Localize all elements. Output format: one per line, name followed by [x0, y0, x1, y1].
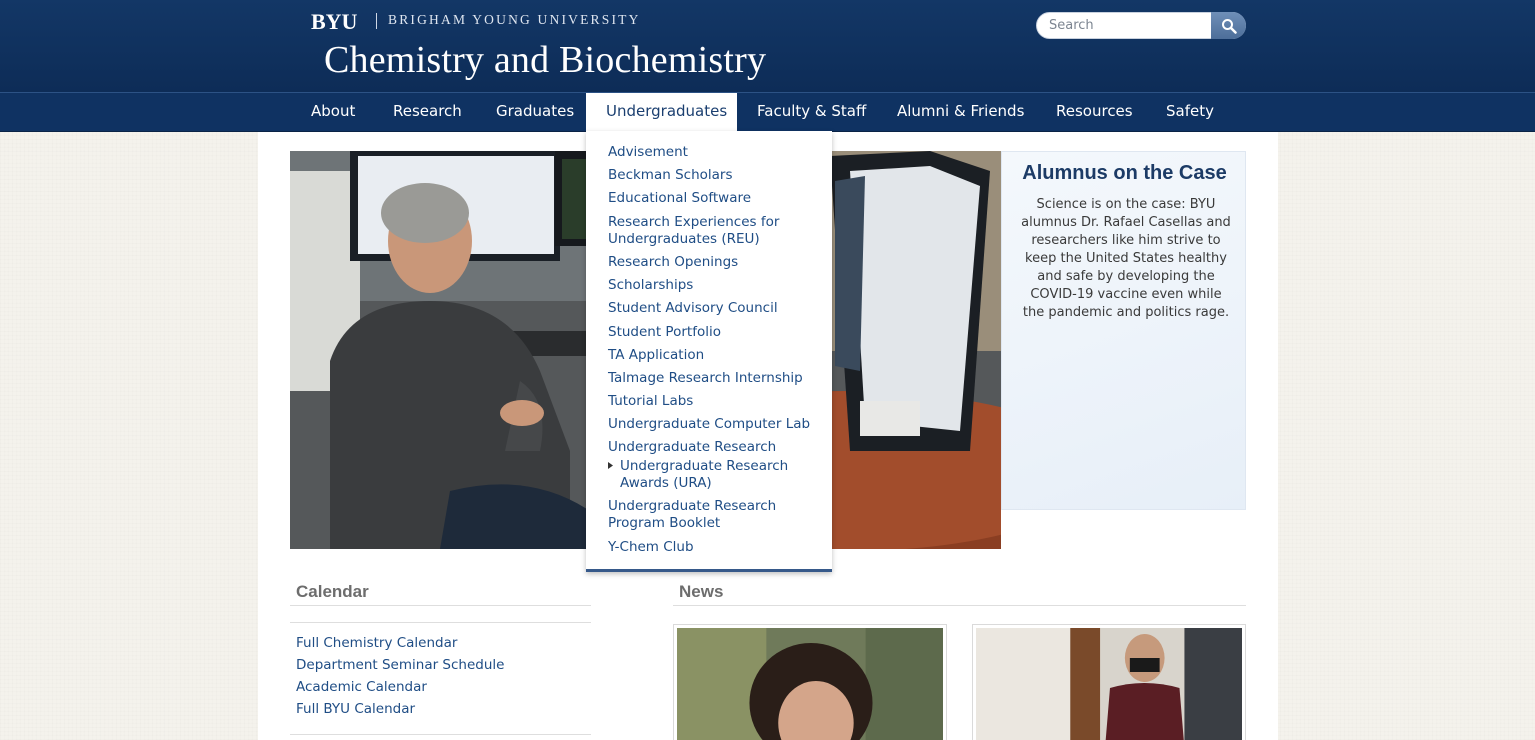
calendar-link-byu[interactable]: Full BYU Calendar	[296, 701, 415, 717]
calendar-link-seminar[interactable]: Department Seminar Schedule	[296, 657, 504, 673]
feature-box: Alumnus on the Case Science is on the ca…	[1001, 151, 1246, 510]
nav-undergraduates[interactable]: Undergraduates	[586, 93, 737, 132]
main-nav: About Research Graduates Undergraduates …	[0, 92, 1535, 132]
news-image	[976, 628, 1242, 740]
calendar-divider-bottom	[290, 734, 591, 735]
calendar-link-full-chemistry[interactable]: Full Chemistry Calendar	[296, 635, 457, 651]
search-button[interactable]	[1211, 12, 1246, 39]
byu-logo[interactable]: BYU	[311, 9, 357, 35]
dropdown-item-advisement[interactable]: Advisement	[608, 144, 823, 161]
university-name[interactable]: BRIGHAM YOUNG UNIVERSITY	[388, 12, 641, 28]
dropdown-item-student-portfolio[interactable]: Student Portfolio	[608, 324, 823, 341]
feature-body: Science is on the case: BYU alumnus Dr. …	[1021, 197, 1231, 320]
dropdown-item-educational-software[interactable]: Educational Software	[608, 190, 823, 207]
site-title[interactable]: Chemistry and Biochemistry	[324, 38, 766, 82]
dropdown-item-scholarships[interactable]: Scholarships	[608, 277, 823, 294]
calendar-link-academic[interactable]: Academic Calendar	[296, 679, 427, 695]
nav-alumni-friends[interactable]: Alumni & Friends	[897, 93, 1024, 132]
calendar-divider-top	[290, 605, 591, 606]
feature-title[interactable]: Alumnus on the Case	[1002, 162, 1247, 185]
calendar-title: Calendar	[296, 582, 369, 601]
dropdown-item-ta-application[interactable]: TA Application	[608, 347, 823, 364]
logo-divider	[376, 13, 377, 29]
dropdown-item-talmage-internship[interactable]: Talmage Research Internship	[608, 370, 823, 387]
nav-research[interactable]: Research	[393, 93, 462, 132]
site-header: BYU BRIGHAM YOUNG UNIVERSITY Chemistry a…	[0, 0, 1535, 92]
news-divider	[673, 605, 1246, 606]
dropdown-item-student-advisory-council[interactable]: Student Advisory Council	[608, 300, 823, 317]
dropdown-item-program-booklet[interactable]: Undergraduate Research Program Booklet	[608, 498, 823, 532]
news-image	[677, 628, 943, 740]
nav-resources[interactable]: Resources	[1056, 93, 1133, 132]
dropdown-item-computer-lab[interactable]: Undergraduate Computer Lab	[608, 416, 823, 433]
nav-graduates[interactable]: Graduates	[496, 93, 574, 132]
dropdown-item-ura[interactable]: Undergraduate Research Awards (URA)	[620, 458, 820, 492]
dropdown-item-research-openings[interactable]: Research Openings	[608, 254, 823, 271]
calendar-divider	[290, 622, 591, 623]
news-card[interactable]	[673, 624, 947, 740]
news-card[interactable]	[972, 624, 1246, 740]
dropdown-item-reu[interactable]: Research Experiences for Undergraduates …	[608, 214, 823, 248]
nav-faculty-staff[interactable]: Faculty & Staff	[757, 93, 866, 132]
triangle-bullet-icon	[608, 462, 613, 469]
nav-safety[interactable]: Safety	[1166, 93, 1214, 132]
undergraduates-dropdown: Advisement Beckman Scholars Educational …	[586, 131, 832, 572]
nav-about[interactable]: About	[311, 93, 355, 132]
dropdown-item-undergraduate-research[interactable]: Undergraduate Research	[608, 439, 823, 456]
search-icon	[1221, 18, 1237, 34]
dropdown-item-tutorial-labs[interactable]: Tutorial Labs	[608, 393, 823, 410]
dropdown-item-y-chem-club[interactable]: Y-Chem Club	[608, 539, 823, 556]
news-title: News	[679, 582, 724, 601]
dropdown-item-beckman-scholars[interactable]: Beckman Scholars	[608, 167, 823, 184]
